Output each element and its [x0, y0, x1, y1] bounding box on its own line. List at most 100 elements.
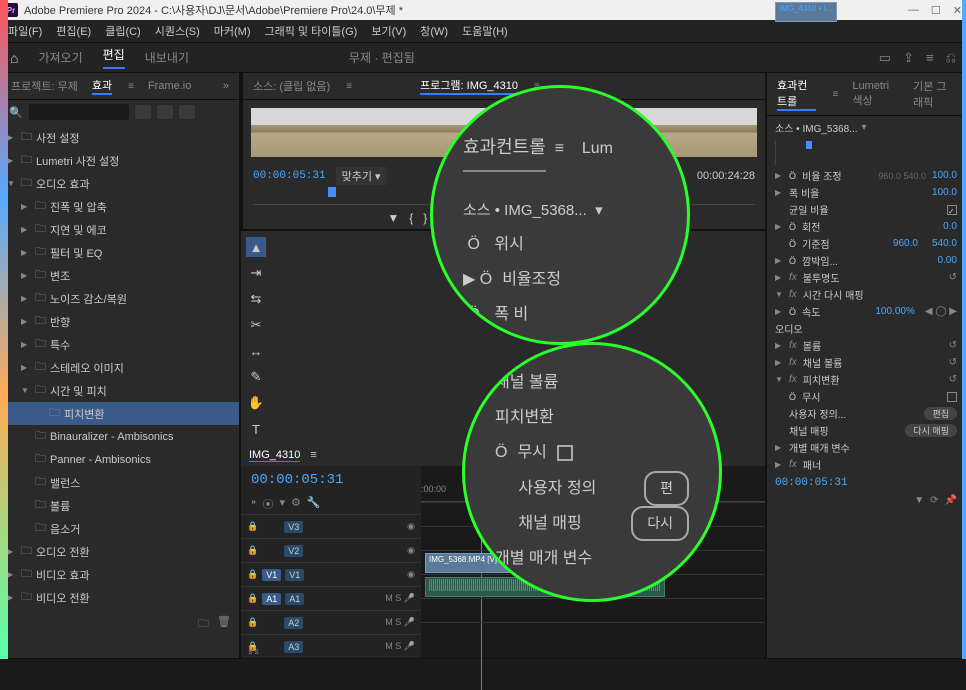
maximize-icon[interactable]: ☐ [931, 4, 941, 17]
hand-tool-icon[interactable]: ✋ [246, 393, 266, 413]
pen-tool-icon[interactable]: ✎ [246, 367, 266, 387]
menu-sequence[interactable]: 시퀀스(S) [155, 23, 200, 39]
effect-control-row[interactable]: ▶Ö비율 조정960.0 540.0100.0 [767, 167, 965, 184]
tab-effects[interactable]: 효과 [92, 77, 112, 95]
ec-menu-icon[interactable]: ≡ [832, 89, 838, 100]
panel-menu-icon[interactable]: ≡ [128, 81, 134, 92]
program-tab[interactable]: 프로그램: IMG_4310 [420, 77, 518, 95]
delete-icon[interactable]: 🗑 [217, 615, 231, 634]
ec-filter-icon[interactable]: ▼ [914, 495, 924, 506]
quick-export-icon[interactable]: ⎌ [946, 50, 956, 66]
home-icon[interactable]: ⌂ [10, 50, 18, 66]
tab-effect-controls[interactable]: 효과컨트롤 [777, 77, 816, 111]
effect-control-row[interactable]: ▶Ö회전0.0 [767, 218, 965, 235]
effects-tree-item[interactable]: 🗀피치변환 [1, 402, 239, 425]
effects-tree-item[interactable]: 🗀음소거 [1, 517, 239, 540]
track-header-a3[interactable]: 🔒A3M S 🎤 [241, 634, 421, 658]
effect-control-row[interactable]: ▶fx패너 [767, 456, 965, 473]
effect-control-row[interactable]: ▶fx볼륨↺ [767, 337, 965, 354]
menu-help[interactable]: 도움말(H) [462, 23, 508, 39]
menu-window[interactable]: 창(W) [420, 23, 448, 39]
effect-control-row[interactable]: ▶Ö깜박임...0.00 [767, 252, 965, 269]
effect-control-row[interactable]: 사용자 정의...편집 [767, 405, 965, 422]
effects-tree-item[interactable]: 🗀Panner - Ambisonics [1, 448, 239, 471]
effects-tree-item[interactable]: ▼🗀시간 및 피치 [1, 379, 239, 402]
tab-import[interactable]: 가져오기 [38, 49, 82, 66]
effects-tree-item[interactable]: ▶🗀특수 [1, 333, 239, 356]
program-timecode[interactable]: 00:00:05:31 [253, 170, 326, 182]
selection-tool-icon[interactable]: ▲ [246, 237, 266, 257]
track-a3[interactable] [421, 622, 765, 646]
effects-tree-item[interactable]: ▶🗀비디오 전환 [1, 586, 239, 609]
workspace-icon[interactable]: ≡ [926, 50, 934, 66]
effects-tree-item[interactable]: 🗀밸런스 [1, 471, 239, 494]
effect-control-row[interactable]: ▶Ö속도100.00%◀ ◯ ▶ [767, 303, 965, 320]
effect-control-row[interactable]: ▼fx시간 다시 매핑 [767, 286, 965, 303]
tab-export[interactable]: 내보내기 [145, 49, 189, 66]
wrench-icon[interactable]: 🔧 [307, 496, 321, 512]
type-tool-icon[interactable]: T [246, 419, 266, 439]
effect-control-row[interactable]: Ö무시 [767, 388, 965, 405]
effect-control-row[interactable]: 채널 매핑다시 매핑 [767, 422, 965, 439]
menu-file[interactable]: 파일(F) [8, 23, 42, 39]
timeline-timecode[interactable]: 00:00:05:31 [241, 466, 421, 494]
effects-tree-item[interactable]: 🗀볼륨 [1, 494, 239, 517]
menu-clip[interactable]: 클립(C) [105, 23, 141, 39]
ec-pin-icon[interactable]: 📌 [945, 495, 957, 506]
minimize-icon[interactable]: — [908, 4, 919, 17]
effects-tree-item[interactable]: ▶🗀사전 설정 [1, 126, 239, 149]
linked-icon[interactable]: ⦿ [263, 496, 274, 512]
effects-tree-item[interactable]: ▶🗀Lumetri 사전 설정 [1, 149, 239, 172]
ec-mini-timeline[interactable] [775, 141, 957, 165]
preset-icon-3[interactable] [179, 105, 195, 119]
effects-tree-item[interactable]: ▶🗀필터 및 EQ [1, 241, 239, 264]
tab-frameio[interactable]: Frame.io [148, 80, 191, 92]
marker-icon[interactable]: ▾ [280, 496, 286, 512]
effects-tree-item[interactable]: ▶🗀진폭 및 압축 [1, 195, 239, 218]
preset-icon-1[interactable] [135, 105, 151, 119]
snap-icon[interactable]: ⁍ [251, 496, 257, 512]
effect-control-row[interactable]: Ö기준점960.0540.0 [767, 235, 965, 252]
zoom-fit-dropdown[interactable]: 맞추기 ▾ [336, 167, 387, 185]
mark-in-icon[interactable]: { [409, 211, 413, 225]
track-header-v3[interactable]: 🔒V3◉ [241, 514, 421, 538]
track-header-a1[interactable]: 🔒A1A1M S 🎤 [241, 586, 421, 610]
sequence-tab[interactable]: IMG_4310 [249, 449, 300, 462]
menu-graphics[interactable]: 그래픽 및 타이틀(G) [264, 23, 357, 39]
timeline-menu-icon[interactable]: ≡ [310, 449, 316, 462]
new-bin-icon[interactable]: 🗀 [198, 615, 209, 634]
effect-control-row[interactable]: ▶fx채널 볼륨↺ [767, 354, 965, 371]
slip-tool-icon[interactable]: ↔ [246, 341, 266, 361]
effects-tree-item[interactable]: 🗀Binauralizer - Ambisonics [1, 425, 239, 448]
effects-tree-item[interactable]: ▼🗀오디오 효과 [1, 172, 239, 195]
tab-lumetri[interactable]: Lumetri 색상 [852, 80, 899, 108]
effect-control-row[interactable]: 균일 비율 [767, 201, 965, 218]
effects-tree-item[interactable]: ▶🗀지연 및 에코 [1, 218, 239, 241]
effects-tree-item[interactable]: ▶🗀반향 [1, 310, 239, 333]
panel-overflow-icon[interactable]: » [223, 80, 229, 92]
track-header-v2[interactable]: 🔒V2◉ [241, 538, 421, 562]
source-tab[interactable]: 소스: (클립 없음) [253, 78, 330, 94]
effect-control-row[interactable]: 오디오 [767, 320, 965, 337]
close-icon[interactable]: ✕ [953, 4, 962, 17]
effects-tree-item[interactable]: ▶🗀오디오 전환 [1, 540, 239, 563]
preset-icon-2[interactable] [157, 105, 173, 119]
effects-tree-item[interactable]: ▶🗀비디오 효과 [1, 563, 239, 586]
add-marker-icon[interactable]: ▼ [387, 211, 399, 225]
effect-control-row[interactable]: ▶개별 매개 변수 [767, 439, 965, 456]
track-select-tool-icon[interactable]: ⇥ [246, 263, 266, 283]
effects-tree-item[interactable]: ▶🗀노이즈 감소/복원 [1, 287, 239, 310]
settings-icon[interactable]: ⚙ [291, 496, 301, 512]
effects-tree-item[interactable]: ▶🗀변조 [1, 264, 239, 287]
menu-edit[interactable]: 편집(E) [56, 23, 91, 39]
tab-edit[interactable]: 편집 [103, 46, 125, 69]
effect-control-row[interactable]: ▶폭 비율100.0 [767, 184, 965, 201]
effects-search-input[interactable] [29, 104, 129, 120]
source-menu-icon[interactable]: ≡ [346, 81, 352, 92]
track-header-v1[interactable]: 🔒V1V1◉ [241, 562, 421, 586]
effect-control-row[interactable]: ▶fx불투명도↺ [767, 269, 965, 286]
menu-view[interactable]: 보기(V) [371, 23, 406, 39]
tab-essential-graphics[interactable]: 기본 그래픽 [913, 78, 955, 110]
razor-tool-icon[interactable]: ✂ [246, 315, 266, 335]
mark-out-icon[interactable]: } [423, 211, 427, 225]
